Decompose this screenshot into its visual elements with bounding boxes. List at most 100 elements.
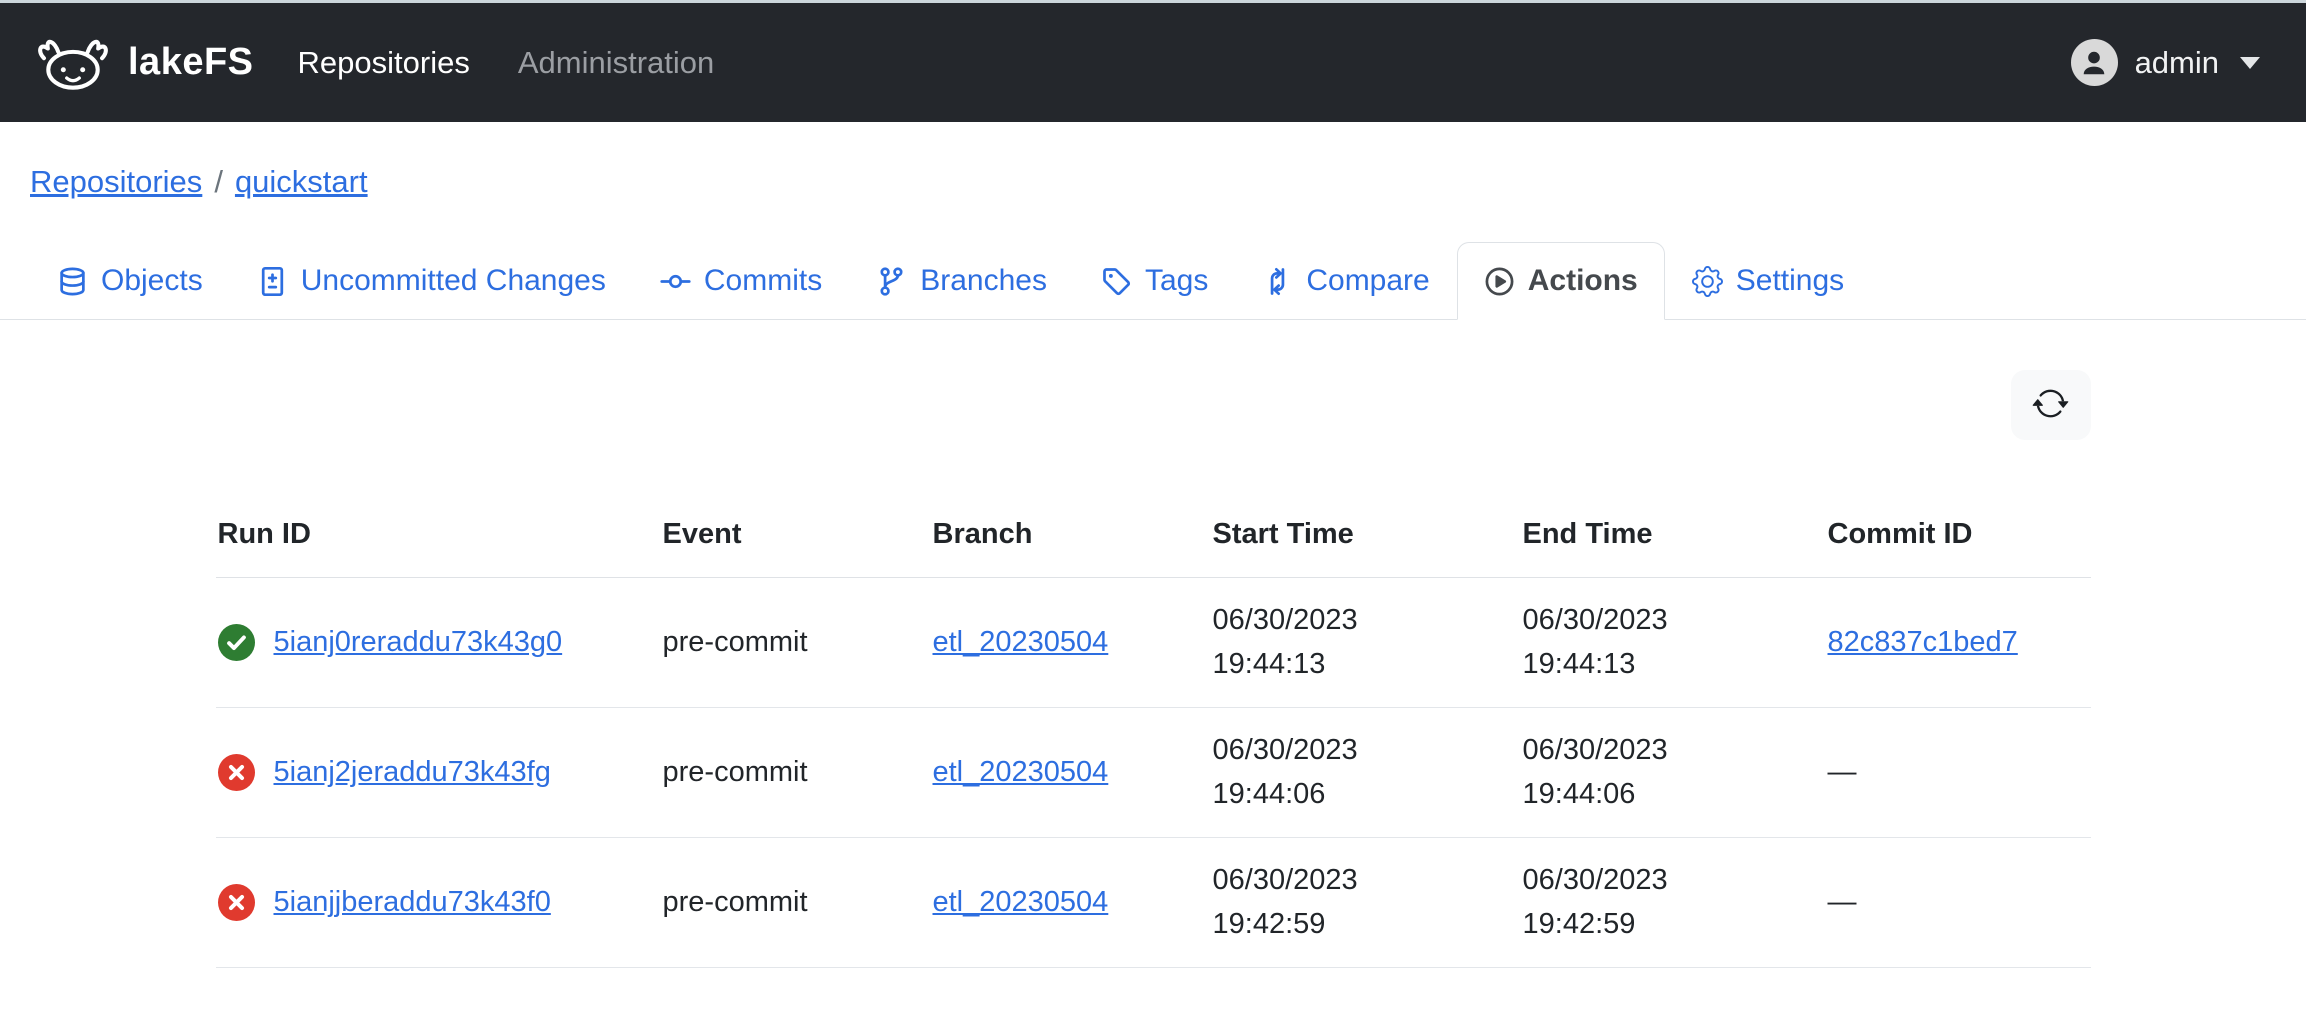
tag-icon [1101,266,1132,297]
x-circle-icon [218,754,255,791]
table-row: 5ianjjberaddu73k43f0 pre-commit etl_202305… [216,838,2091,968]
commit-id-cell: — [1826,838,2091,968]
actions-toolbar [216,370,2091,440]
tab-uncommitted-changes[interactable]: Uncommitted Changes [230,242,633,320]
user-menu[interactable]: admin [2071,39,2260,86]
commit-id-link[interactable]: 82c837c1bed7 [1828,626,2018,658]
start-date: 06/30/2023 [1213,859,1521,903]
branch-cell: etl_20230504 [931,578,1211,708]
end-time-cell: 06/30/202319:42:59 [1521,838,1826,968]
end-time-cell: 06/30/202319:44:06 [1521,708,1826,838]
top-navbar: lakeFS Repositories Administration admin [0,3,2306,122]
branch-icon [876,266,907,297]
lakefs-brand[interactable]: lakeFS [34,32,254,94]
run-id-cell: 5ianjjberaddu73k43f0 [216,838,661,968]
axolotl-logo-icon [34,32,112,94]
run-id-link[interactable]: 5ianj2jeraddu73k43fg [274,756,551,789]
start-date: 06/30/2023 [1213,599,1521,643]
commit-id-cell: 82c837c1bed7 [1826,578,2091,708]
refresh-button[interactable] [2011,370,2091,440]
tab-label: Settings [1736,264,1844,298]
tab-actions[interactable]: Actions [1457,242,1665,320]
column-header-end-time: End Time [1521,512,1826,578]
tab-label: Commits [704,264,822,298]
branch-cell: etl_20230504 [931,838,1211,968]
end-date: 06/30/2023 [1523,599,1826,643]
column-header-run-id: Run ID [216,512,661,578]
commit-id-cell: — [1826,708,2091,838]
tab-tags[interactable]: Tags [1074,242,1235,320]
run-id-link[interactable]: 5ianj0reraddu73k43g0 [274,626,563,659]
tab-label: Branches [920,264,1047,298]
main-nav: Repositories Administration [298,45,715,81]
end-date: 06/30/2023 [1523,859,1826,903]
branch-link[interactable]: etl_20230504 [933,756,1109,788]
runs-table: Run IDEventBranchStart TimeEnd TimeCommi… [216,512,2091,968]
event-value: pre-commit [663,756,808,788]
event-value: pre-commit [663,626,808,658]
tab-commits[interactable]: Commits [633,242,849,320]
end-time: 19:44:06 [1523,773,1826,817]
actions-pane: Run IDEventBranchStart TimeEnd TimeCommi… [216,370,2091,968]
start-time: 19:44:13 [1213,643,1521,687]
breadcrumb-separator: / [214,164,223,199]
branch-link[interactable]: etl_20230504 [933,886,1109,918]
chevron-down-icon [2240,57,2260,69]
end-date: 06/30/2023 [1523,729,1826,773]
avatar [2071,39,2118,86]
start-date: 06/30/2023 [1213,729,1521,773]
tab-branches[interactable]: Branches [849,242,1074,320]
tab-label: Objects [101,264,203,298]
play-circle-icon [1484,266,1515,297]
repository-tabs: Objects Uncommitted Changes Commits Branche… [0,242,2306,320]
event-value: pre-commit [663,886,808,918]
start-time-cell: 06/30/202319:44:13 [1211,578,1521,708]
breadcrumb: Repositories / quickstart [0,122,2306,200]
compare-icon [1262,266,1293,297]
column-header-event: Event [661,512,931,578]
commit-id-empty: — [1828,886,1857,918]
event-cell: pre-commit [661,838,931,968]
run-id-cell: 5ianj2jeraddu73k43fg [216,708,661,838]
column-header-start-time: Start Time [1211,512,1521,578]
end-time: 19:44:13 [1523,643,1826,687]
table-row: 5ianj2jeraddu73k43fg pre-commit etl_202305… [216,708,2091,838]
tab-settings[interactable]: Settings [1665,242,1871,320]
refresh-icon [2032,385,2069,425]
database-icon [57,266,88,297]
branch-cell: etl_20230504 [931,708,1211,838]
run-id-link[interactable]: 5ianjjberaddu73k43f0 [274,886,551,919]
start-time-cell: 06/30/202319:44:06 [1211,708,1521,838]
check-circle-icon [218,624,255,661]
user-name: admin [2135,45,2219,81]
nav-item-administration[interactable]: Administration [518,45,714,81]
commit-icon [660,266,691,297]
tab-label: Uncommitted Changes [301,264,606,298]
branch-link[interactable]: etl_20230504 [933,626,1109,658]
run-id-cell: 5ianj0reraddu73k43g0 [216,578,661,708]
nav-item-repositories[interactable]: Repositories [298,45,470,81]
tab-label: Compare [1306,264,1429,298]
start-time: 19:42:59 [1213,903,1521,947]
start-time-cell: 06/30/202319:42:59 [1211,838,1521,968]
file-diff-icon [257,266,288,297]
tab-label: Tags [1145,264,1208,298]
column-header-branch: Branch [931,512,1211,578]
table-header-row: Run IDEventBranchStart TimeEnd TimeCommi… [216,512,2091,578]
gear-icon [1692,266,1723,297]
breadcrumb-repo-link[interactable]: quickstart [235,164,368,199]
x-circle-icon [218,884,255,921]
commit-id-empty: — [1828,756,1857,788]
breadcrumb-repositories-link[interactable]: Repositories [30,164,202,199]
table-row: 5ianj0reraddu73k43g0 pre-commit etl_202305… [216,578,2091,708]
event-cell: pre-commit [661,708,931,838]
brand-name: lakeFS [128,41,254,84]
event-cell: pre-commit [661,578,931,708]
tab-label: Actions [1528,264,1638,298]
end-time-cell: 06/30/202319:44:13 [1521,578,1826,708]
tab-objects[interactable]: Objects [30,242,230,320]
start-time: 19:44:06 [1213,773,1521,817]
column-header-commit-id: Commit ID [1826,512,2091,578]
tab-compare[interactable]: Compare [1235,242,1456,320]
end-time: 19:42:59 [1523,903,1826,947]
